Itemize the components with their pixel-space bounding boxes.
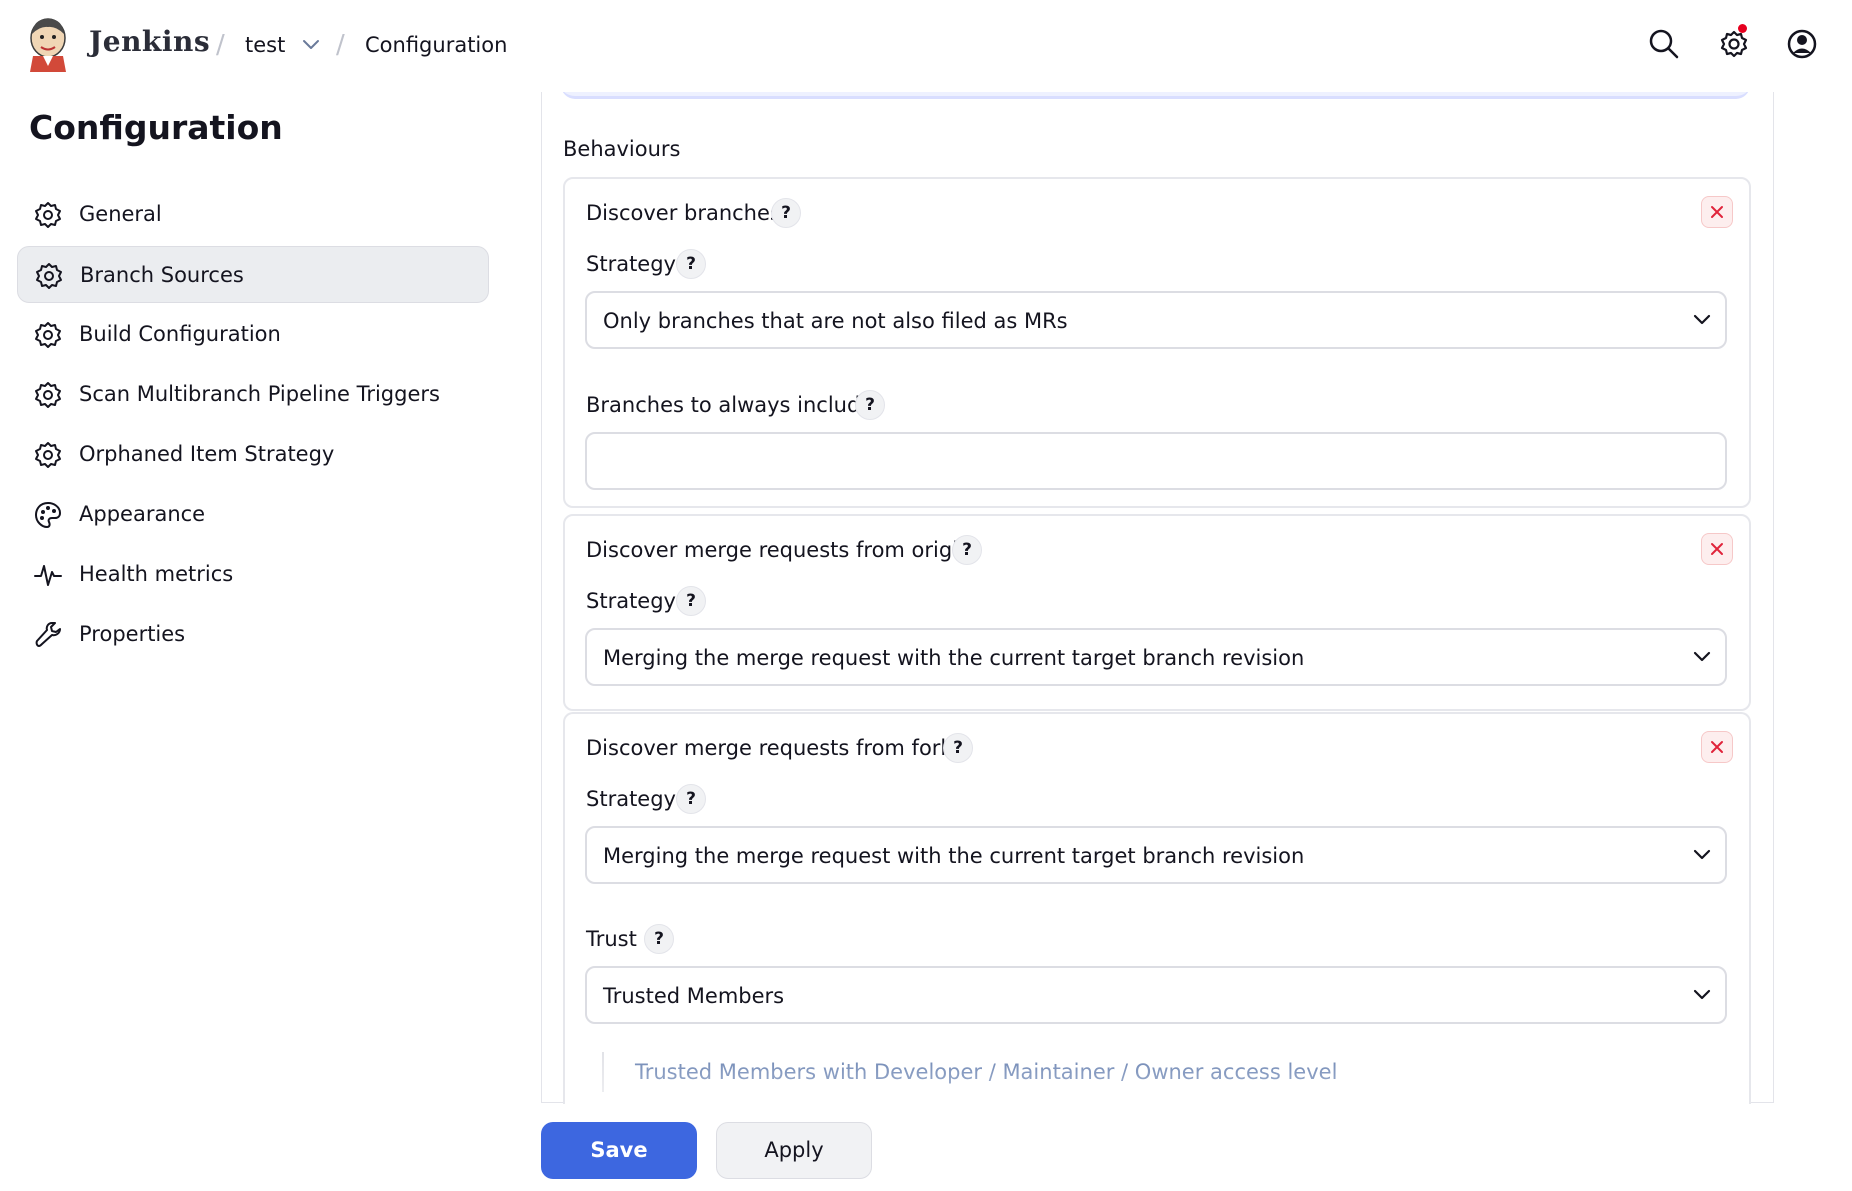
gear-icon [35,202,61,228]
help-icon[interactable]: ? [676,784,706,814]
trust-select[interactable]: Trusted Members [585,966,1727,1024]
strategy-label: Strategy [586,589,676,613]
gear-icon [35,442,61,468]
sidebar-item-orphaned-item-strategy[interactable]: Orphaned Item Strategy [17,426,489,483]
chevron-down-icon[interactable] [300,36,322,54]
sidebar-item-label: Branch Sources [80,263,244,287]
trust-label: Trust [586,927,637,951]
help-icon[interactable]: ? [676,249,706,279]
breadcrumb-separator: / [336,30,345,60]
strategy-label: Strategy [586,787,676,811]
sidebar-item-health-metrics[interactable]: Health metrics [17,546,489,603]
help-icon[interactable]: ? [676,586,706,616]
chevron-down-icon [1693,314,1711,325]
search-icon[interactable] [1647,27,1681,61]
trust-select-value: Trusted Members [603,984,785,1008]
behaviour-card-mr-forks: Discover merge requests from forks ? Str… [563,712,1751,1104]
jenkins-logo[interactable] [26,16,70,72]
strategy-select[interactable]: Only branches that are not also filed as… [585,291,1727,349]
sidebar-item-label: Orphaned Item Strategy [79,442,335,466]
help-icon[interactable]: ? [644,924,674,954]
help-icon[interactable]: ? [771,198,801,228]
apply-button[interactable]: Apply [716,1122,872,1179]
gear-icon [36,263,62,289]
behaviours-label: Behaviours [563,137,681,161]
help-icon[interactable]: ? [943,733,973,763]
gear-icon [35,322,61,348]
sidebar-item-label: General [79,202,162,226]
close-icon [1711,206,1723,218]
sidebar-item-label: Health metrics [79,562,234,586]
trust-description: Trusted Members with Developer / Maintai… [602,1052,1337,1092]
pulse-icon [34,565,62,586]
gear-icon [35,382,61,408]
sidebar-item-branch-sources[interactable]: Branch Sources [17,246,489,303]
remove-behaviour-button[interactable] [1701,533,1733,565]
wrench-icon [35,622,61,647]
palette-icon [34,501,62,529]
behaviour-card-discover-branches: Discover branches ? Strategy ? Only bran… [563,177,1751,508]
strategy-label: Strategy [586,252,676,276]
remove-behaviour-button[interactable] [1701,731,1733,763]
strategy-select-value: Only branches that are not also filed as… [603,309,1068,333]
sidebar-item-label: Properties [79,622,186,646]
remove-behaviour-button[interactable] [1701,196,1733,228]
page-title: Configuration [29,108,283,147]
manage-jenkins-gear-icon[interactable] [1717,27,1751,61]
strategy-select-value: Merging the merge request with the curre… [603,844,1305,868]
notification-dot [1738,24,1747,33]
sidebar-item-label: Build Configuration [79,322,281,346]
sidebar-item-build-configuration[interactable]: Build Configuration [17,306,489,363]
strategy-select[interactable]: Merging the merge request with the curre… [585,628,1727,686]
behaviour-title: Discover merge requests from origin [586,538,972,562]
chevron-down-icon [1693,989,1711,1000]
behaviour-title: Discover branches [586,201,781,225]
sidebar-item-appearance[interactable]: Appearance [17,486,489,543]
close-icon [1711,741,1723,753]
breadcrumb-separator: / [216,30,225,60]
sidebar-item-label: Scan Multibranch Pipeline Triggers [79,382,440,406]
chevron-down-icon [1693,651,1711,662]
behaviour-title: Discover merge requests from forks [586,736,964,760]
brand-name[interactable]: Jenkins [89,25,210,58]
sidebar-item-properties[interactable]: Properties [17,606,489,663]
top-header: Jenkins / test / Configuration [0,0,1852,92]
chevron-down-icon [1693,849,1711,860]
help-icon[interactable]: ? [952,535,982,565]
sidebar-item-label: Appearance [79,502,206,526]
help-icon[interactable]: ? [855,390,885,420]
sidebar-item-scan-triggers[interactable]: Scan Multibranch Pipeline Triggers [17,366,489,423]
user-account-icon[interactable] [1785,27,1819,61]
strategy-select-value: Merging the merge request with the curre… [603,646,1305,670]
close-icon [1711,543,1723,555]
breadcrumb-test[interactable]: test [245,33,285,57]
save-button[interactable]: Save [541,1122,697,1179]
behaviour-card-mr-origin: Discover merge requests from origin ? St… [563,514,1751,711]
branches-include-label: Branches to always include [586,393,874,417]
sidebar-item-general[interactable]: General [17,186,489,243]
branches-include-input[interactable] [585,432,1727,490]
breadcrumb-configuration[interactable]: Configuration [365,33,507,57]
strategy-select[interactable]: Merging the merge request with the curre… [585,826,1727,884]
